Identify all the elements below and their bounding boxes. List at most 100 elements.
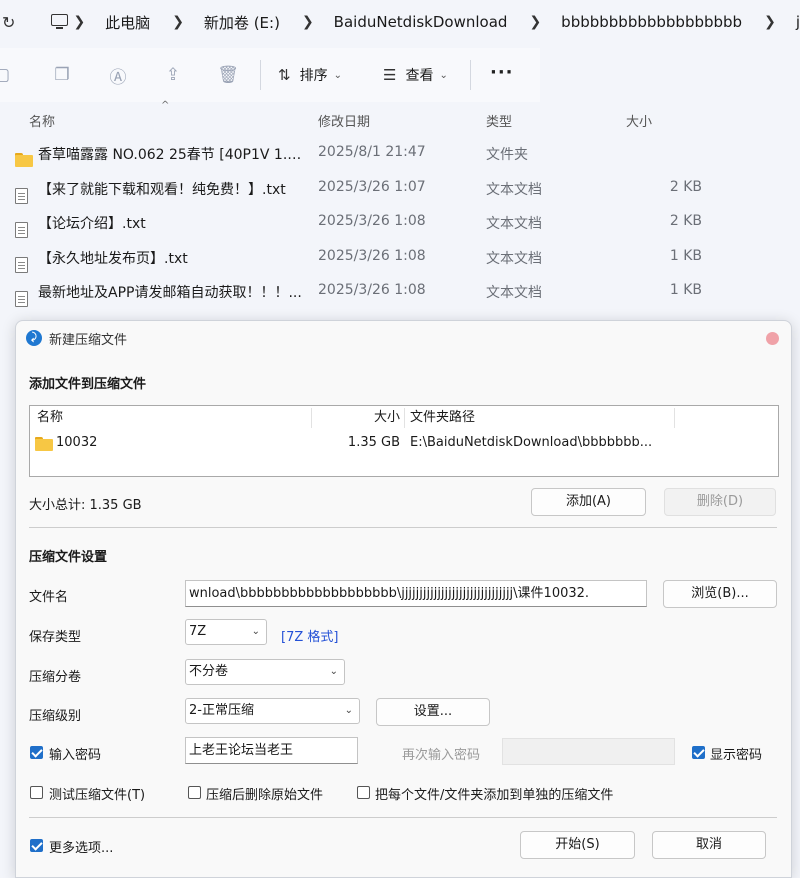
compression-settings-button[interactable]: 设置... bbox=[376, 698, 490, 726]
address-bar[interactable]: ↻ ❯ 此电脑 ❯ 新加卷 (E:) ❯ BaiduNetdiskDownloa… bbox=[0, 0, 800, 44]
show-password-checkbox[interactable] bbox=[692, 746, 705, 759]
compression-level-label: 压缩级别 bbox=[29, 709, 82, 724]
compression-level-value: 2-正常压缩 bbox=[189, 703, 254, 718]
row-size: 1.35 GB bbox=[347, 435, 400, 450]
chevron-down-icon: ⌄ bbox=[333, 69, 342, 81]
format-info-link[interactable]: [7Z 格式] bbox=[281, 626, 338, 645]
chevron-down-icon: ⌄ bbox=[344, 705, 353, 716]
table-header-name[interactable]: 名称 bbox=[37, 406, 63, 430]
more-options-checkbox[interactable] bbox=[30, 839, 43, 852]
breadcrumb-this-pc[interactable]: 此电脑 bbox=[105, 12, 150, 33]
toolbar-divider bbox=[470, 60, 471, 90]
more-options-label[interactable]: 更多选项... bbox=[49, 837, 113, 856]
column-header-name[interactable]: 名称 bbox=[29, 111, 55, 130]
file-size: 1 KB bbox=[669, 247, 702, 264]
chevron-right-icon: ❯ bbox=[73, 14, 86, 30]
split-volume-value: 不分卷 bbox=[189, 664, 229, 679]
filename-input[interactable]: wnload\bbbbbbbbbbbbbbbbbbb\jjjjjjjjjjjjj… bbox=[185, 580, 647, 607]
total-size-label: 大小总计: 1.35 GB bbox=[29, 498, 142, 513]
chevron-right-icon: ❯ bbox=[301, 14, 314, 30]
breadcrumb-j[interactable]: j bbox=[796, 13, 800, 31]
test-archive-checkbox[interactable] bbox=[30, 786, 43, 799]
sort-icon: ⇅ bbox=[278, 66, 291, 84]
column-divider bbox=[404, 408, 405, 428]
cancel-button[interactable]: 取消 bbox=[652, 831, 766, 859]
password-checkbox[interactable] bbox=[30, 746, 43, 759]
table-header-size[interactable]: 大小 bbox=[314, 406, 400, 430]
file-size: 2 KB bbox=[669, 213, 702, 229]
start-button[interactable]: 开始(S) bbox=[520, 831, 635, 859]
file-row[interactable]: 【来了就能下载和观看！纯免费！】.txt 2025/3/26 1:07 文本文档 2 … bbox=[0, 171, 800, 206]
file-row[interactable]: 香草喵露露 NO.062 25春节 [40P1V 1.3... 2025/8/1 … bbox=[0, 136, 800, 171]
view-button[interactable]: ☰ 查看 ⌄ bbox=[383, 63, 448, 87]
split-volume-select[interactable]: 不分卷 ⌄ bbox=[185, 659, 345, 685]
delete-after-checkbox[interactable] bbox=[188, 786, 201, 799]
column-header-type[interactable]: 类型 bbox=[486, 111, 512, 130]
folder-icon bbox=[35, 437, 53, 459]
breadcrumb-baidunetdiskdownload[interactable]: BaiduNetdiskDownload bbox=[334, 13, 508, 31]
share-icon[interactable]: ⇪ bbox=[163, 65, 183, 85]
delete-icon[interactable]: 🗑 bbox=[217, 65, 239, 85]
sort-ascending-icon: ^ bbox=[161, 100, 170, 111]
chevron-right-icon: ❯ bbox=[764, 14, 776, 30]
chevron-down-icon: ⌄ bbox=[439, 69, 448, 81]
more-options-icon[interactable]: ··· bbox=[490, 62, 514, 83]
sort-label: 排序 bbox=[299, 68, 328, 84]
password-label[interactable]: 输入密码 bbox=[49, 744, 101, 763]
bandizip-app-icon: ⤸ bbox=[26, 330, 42, 346]
file-type: 文本文档 bbox=[486, 181, 542, 198]
table-header-path[interactable]: 文件夹路径 bbox=[410, 406, 475, 430]
reenter-password-input[interactable] bbox=[502, 738, 675, 765]
file-row[interactable]: 【永久地址发布页】.txt 2025/3/26 1:08 文本文档 1 KB bbox=[0, 240, 800, 275]
chevron-down-icon: ⌄ bbox=[329, 666, 338, 677]
delete-after-label[interactable]: 压缩后删除原始文件 bbox=[206, 784, 323, 803]
add-button[interactable]: 添加(A) bbox=[531, 488, 646, 516]
toolbar-divider bbox=[260, 60, 261, 90]
save-type-select[interactable]: 7Z ⌄ bbox=[185, 619, 267, 645]
chevron-right-icon: ❯ bbox=[529, 14, 542, 30]
close-icon[interactable] bbox=[766, 332, 779, 345]
refresh-icon[interactable]: ↻ bbox=[0, 13, 15, 32]
file-name: 【来了就能下载和观看！纯免费！】.txt bbox=[38, 181, 286, 198]
password-input[interactable]: 上老王论坛当老王 bbox=[185, 737, 358, 764]
show-password-label[interactable]: 显示密码 bbox=[710, 744, 762, 763]
file-date: 2025/8/1 21:47 bbox=[318, 144, 426, 160]
file-date: 2025/3/26 1:08 bbox=[318, 282, 426, 298]
breadcrumb-volume-e[interactable]: 新加卷 (E:) bbox=[204, 12, 280, 33]
view-icon: ☰ bbox=[383, 66, 397, 84]
file-name: 最新地址及APP请发邮箱自动获取！！！... bbox=[38, 285, 302, 301]
new-archive-dialog: ⤸ 新建压缩文件 添加文件到压缩文件 名称 大小 文件夹路径 10032 1.3… bbox=[15, 320, 792, 878]
separate-archives-checkbox[interactable] bbox=[357, 786, 370, 799]
row-name: 10032 bbox=[56, 435, 98, 450]
browse-button[interactable]: 浏览(B)... bbox=[663, 580, 777, 608]
column-header-date[interactable]: 修改日期 bbox=[318, 111, 370, 130]
compression-level-select[interactable]: 2-正常压缩 ⌄ bbox=[185, 698, 360, 724]
test-archive-label[interactable]: 测试压缩文件(T) bbox=[49, 784, 145, 803]
breadcrumb-bbbb[interactable]: bbbbbbbbbbbbbbbbbbb bbox=[561, 13, 742, 31]
file-type: 文件夹 bbox=[486, 147, 528, 163]
cut-icon[interactable]: ▢ bbox=[0, 65, 12, 85]
rename-icon[interactable]: Ⓐ bbox=[108, 65, 128, 88]
dialog-title: 新建压缩文件 bbox=[49, 333, 128, 348]
dialog-title-bar: ⤸ 新建压缩文件 bbox=[16, 321, 791, 355]
chevron-right-icon: ❯ bbox=[172, 14, 184, 30]
file-row[interactable]: 最新地址及APP请发邮箱自动获取！！！... 2025/3/26 1:08 文本文档… bbox=[0, 274, 800, 309]
save-type-label: 保存类型 bbox=[29, 630, 82, 645]
archive-settings-section-title: 压缩文件设置 bbox=[29, 550, 108, 565]
column-header-size[interactable]: 大小 bbox=[626, 111, 652, 130]
column-divider bbox=[311, 408, 312, 428]
file-type: 文本文档 bbox=[486, 216, 542, 232]
archive-file-table[interactable]: 名称 大小 文件夹路径 10032 1.35 GB E:\BaiduNetdis… bbox=[29, 405, 779, 477]
copy-icon[interactable]: ❐ bbox=[52, 65, 72, 85]
file-list-header: ^ 名称 修改日期 类型 大小 bbox=[0, 100, 800, 136]
file-row[interactable]: 【论坛介绍】.txt 2025/3/26 1:08 文本文档 2 KB bbox=[0, 205, 800, 240]
delete-button[interactable]: 删除(D) bbox=[664, 488, 776, 516]
save-type-value: 7Z bbox=[189, 624, 207, 639]
file-size: 2 KB bbox=[669, 178, 702, 195]
file-type: 文本文档 bbox=[486, 250, 542, 267]
file-list: ^ 名称 修改日期 类型 大小 香草喵露露 NO.062 25春节 [40P1V… bbox=[0, 100, 800, 309]
separate-archives-label[interactable]: 把每个文件/文件夹添加到单独的压缩文件 bbox=[375, 784, 613, 803]
file-type: 文本文档 bbox=[486, 285, 542, 301]
sort-button[interactable]: ⇅ 排序 ⌄ bbox=[278, 63, 342, 87]
view-label: 查看 bbox=[405, 68, 434, 84]
